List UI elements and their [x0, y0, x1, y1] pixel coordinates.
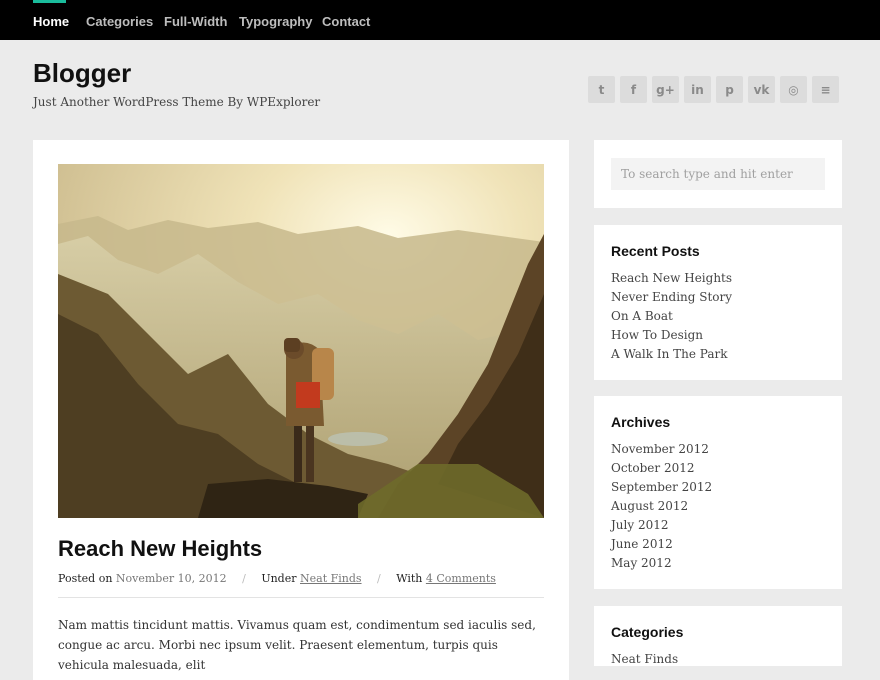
archive-link[interactable]: October 2012: [611, 459, 712, 478]
nav-item-typography[interactable]: Typography: [239, 0, 312, 40]
recent-posts-list: Reach New Heights Never Ending Story On …: [611, 269, 732, 364]
widget-title-recent-posts: Recent Posts: [611, 243, 700, 259]
posted-on-label: Posted on: [58, 572, 113, 585]
pinterest-icon[interactable]: p: [716, 76, 743, 103]
facebook-icon[interactable]: f: [620, 76, 647, 103]
archive-link[interactable]: September 2012: [611, 478, 712, 497]
post-card: Reach New Heights Posted on November 10,…: [33, 140, 569, 680]
archive-link[interactable]: July 2012: [611, 516, 712, 535]
post-featured-image[interactable]: [58, 164, 544, 518]
widget-title-categories: Categories: [611, 624, 684, 640]
archive-link[interactable]: May 2012: [611, 554, 712, 573]
nav-item-home[interactable]: Home: [33, 0, 69, 40]
post-category-link[interactable]: Neat Finds: [300, 572, 362, 585]
twitter-icon[interactable]: t: [588, 76, 615, 103]
archive-link[interactable]: August 2012: [611, 497, 712, 516]
categories-widget: Categories Neat Finds: [594, 606, 842, 666]
site-tagline: Just Another WordPress Theme By WPExplor…: [33, 95, 321, 109]
archives-widget: Archives November 2012 October 2012 Sept…: [594, 396, 842, 589]
google-plus-icon[interactable]: g+: [652, 76, 679, 103]
search-input[interactable]: [611, 158, 825, 190]
meta-divider: /: [242, 572, 246, 585]
post-comments-link[interactable]: 4 Comments: [426, 572, 496, 585]
post-excerpt: Nam mattis tincidunt mattis. Vivamus qua…: [58, 618, 536, 672]
linkedin-icon[interactable]: in: [684, 76, 711, 103]
vk-icon[interactable]: vk: [748, 76, 775, 103]
recent-post-link[interactable]: Never Ending Story: [611, 288, 732, 307]
archive-link[interactable]: June 2012: [611, 535, 712, 554]
recent-post-link[interactable]: Reach New Heights: [611, 269, 732, 288]
meta-divider: /: [377, 572, 381, 585]
meta-divider-line: [58, 597, 544, 598]
site-title[interactable]: Blogger: [33, 58, 131, 89]
top-navigation: Home Categories Full-Width Typography Co…: [0, 0, 880, 40]
recent-post-link[interactable]: On A Boat: [611, 307, 732, 326]
instagram-icon[interactable]: ◎: [780, 76, 807, 103]
recent-post-link[interactable]: A Walk In The Park: [611, 345, 732, 364]
search-widget: [594, 140, 842, 208]
archive-link[interactable]: November 2012: [611, 440, 712, 459]
widget-title-archives: Archives: [611, 414, 671, 430]
under-label: Under: [261, 572, 297, 585]
nav-item-categories[interactable]: Categories: [86, 0, 153, 40]
post-date: November 10, 2012: [115, 572, 227, 585]
post-title[interactable]: Reach New Heights: [58, 536, 262, 562]
rss-icon[interactable]: ≡: [812, 76, 839, 103]
recent-post-link[interactable]: How To Design: [611, 326, 732, 345]
nav-item-contact[interactable]: Contact: [322, 0, 370, 40]
post-meta: Posted on November 10, 2012 / Under Neat…: [58, 572, 544, 585]
archives-list: November 2012 October 2012 September 201…: [611, 440, 712, 573]
recent-posts-widget: Recent Posts Reach New Heights Never End…: [594, 225, 842, 380]
with-label: With: [396, 572, 423, 585]
nav-item-full-width[interactable]: Full-Width: [164, 0, 227, 40]
